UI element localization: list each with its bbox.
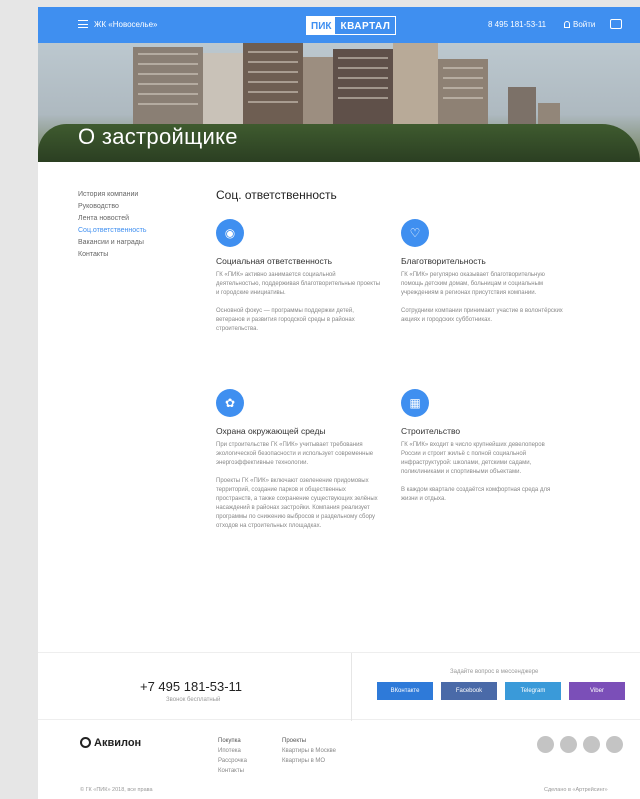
user-icon — [564, 21, 570, 28]
drop-icon: ◉ — [216, 219, 244, 247]
footer-links-col1: Покупка Ипотека Рассрочка Контакты — [218, 736, 247, 776]
menu-icon[interactable] — [78, 20, 88, 28]
social-icon[interactable] — [560, 736, 577, 753]
card-text: При строительстве ГК «ПИК» учитывает тре… — [216, 442, 378, 529]
section-title: Соц. ответственность — [216, 188, 337, 202]
footer-link[interactable]: Квартиры в Москве — [282, 746, 336, 756]
login-button[interactable]: Войти — [564, 20, 595, 29]
facebook-button[interactable]: Facebook — [441, 682, 497, 700]
card-text: ГК «ПИК» активно занимается социальной д… — [216, 272, 381, 332]
sidebar-item-management[interactable]: Руководство — [78, 201, 198, 213]
sidebar-item-vacancies[interactable]: Вакансии и награды — [78, 237, 198, 249]
social-icon[interactable] — [537, 736, 554, 753]
phone-note: Звонок бесплатный — [166, 697, 221, 703]
card-title: Благотворительность — [401, 256, 486, 266]
site-logo[interactable]: ПИК КВАРТАЛ — [306, 16, 397, 35]
contact-phone[interactable]: +7 495 181-53-11 — [140, 679, 242, 694]
footer-links-col2: Проекты Квартиры в Москве Квартиры в МО — [282, 736, 336, 766]
card-social: ◉ Социальная ответственность ГК «ПИК» ак… — [216, 219, 381, 334]
logo-text: КВАРТАЛ — [340, 21, 391, 32]
sidebar-item-news[interactable]: Лента новостей — [78, 213, 198, 225]
heart-icon: ♡ — [401, 219, 429, 247]
card-title: Охрана окружающей среды — [216, 426, 326, 436]
messenger-prompt: Задайте вопрос в мессенджере — [450, 669, 539, 675]
footer-link[interactable]: Рассрочка — [218, 756, 247, 766]
city-selector[interactable]: ЖК «Новоселье» — [94, 20, 157, 29]
favorites-icon[interactable] — [610, 19, 622, 29]
social-icon[interactable] — [606, 736, 623, 753]
card-text: ГК «ПИК» регулярно оказывает благотворит… — [401, 272, 563, 323]
sidebar-item-history[interactable]: История компании — [78, 189, 198, 201]
sidebar-item-contacts[interactable]: Контакты — [78, 249, 198, 261]
building-icon: ▦ — [401, 389, 429, 417]
divider — [351, 653, 352, 721]
card-title: Строительство — [401, 426, 461, 436]
hero-banner: О застройщике — [38, 43, 640, 162]
social-icon[interactable] — [583, 736, 600, 753]
footer-link[interactable]: Проекты — [282, 736, 336, 746]
page-title: О застройщике — [78, 124, 238, 149]
card-charity: ♡ Благотворительность ГК «ПИК» регулярно… — [401, 219, 566, 325]
sidebar-item-responsibility[interactable]: Соц.ответственность — [78, 225, 198, 237]
contact-strip: +7 495 181-53-11 Звонок бесплатный Задай… — [38, 652, 640, 721]
leaf-icon: ✿ — [216, 389, 244, 417]
top-bar: ЖК «Новоселье» ПИК КВАРТАЛ 8 495 181-53-… — [38, 7, 640, 43]
footer-link[interactable]: Покупка — [218, 736, 247, 746]
logo-mark-icon — [80, 737, 91, 748]
footer-link[interactable]: Квартиры в МО — [282, 756, 336, 766]
card-title: Социальная ответственность — [216, 256, 333, 266]
footer-logo[interactable]: Аквилон — [80, 737, 141, 749]
vk-button[interactable]: ВКонтакте — [377, 682, 433, 700]
made-by-link[interactable]: Сделано в «Артрейсинг» — [544, 787, 608, 793]
page: ЖК «Новоселье» ПИК КВАРТАЛ 8 495 181-53-… — [38, 7, 640, 799]
card-ecology: ✿ Охрана окружающей среды При строительс… — [216, 389, 381, 531]
card-construction: ▦ Строительство ГК «ПИК» входит в число … — [401, 389, 566, 504]
viber-button[interactable]: Viber — [569, 682, 625, 700]
sidebar-nav: История компании Руководство Лента новос… — [78, 189, 198, 261]
footer-link[interactable]: Ипотека — [218, 746, 247, 756]
login-label: Войти — [573, 20, 596, 29]
telegram-button[interactable]: Telegram — [505, 682, 561, 700]
footer-link[interactable]: Контакты — [218, 766, 247, 776]
copyright: © ГК «ПИК» 2018, все права — [80, 787, 153, 793]
card-text: ГК «ПИК» входит в число крупнейших девел… — [401, 442, 551, 502]
logo-pik: ПИК — [307, 17, 336, 34]
header-phone[interactable]: 8 495 181-53-11 — [488, 20, 546, 29]
footer-logo-text: Аквилон — [94, 737, 142, 749]
